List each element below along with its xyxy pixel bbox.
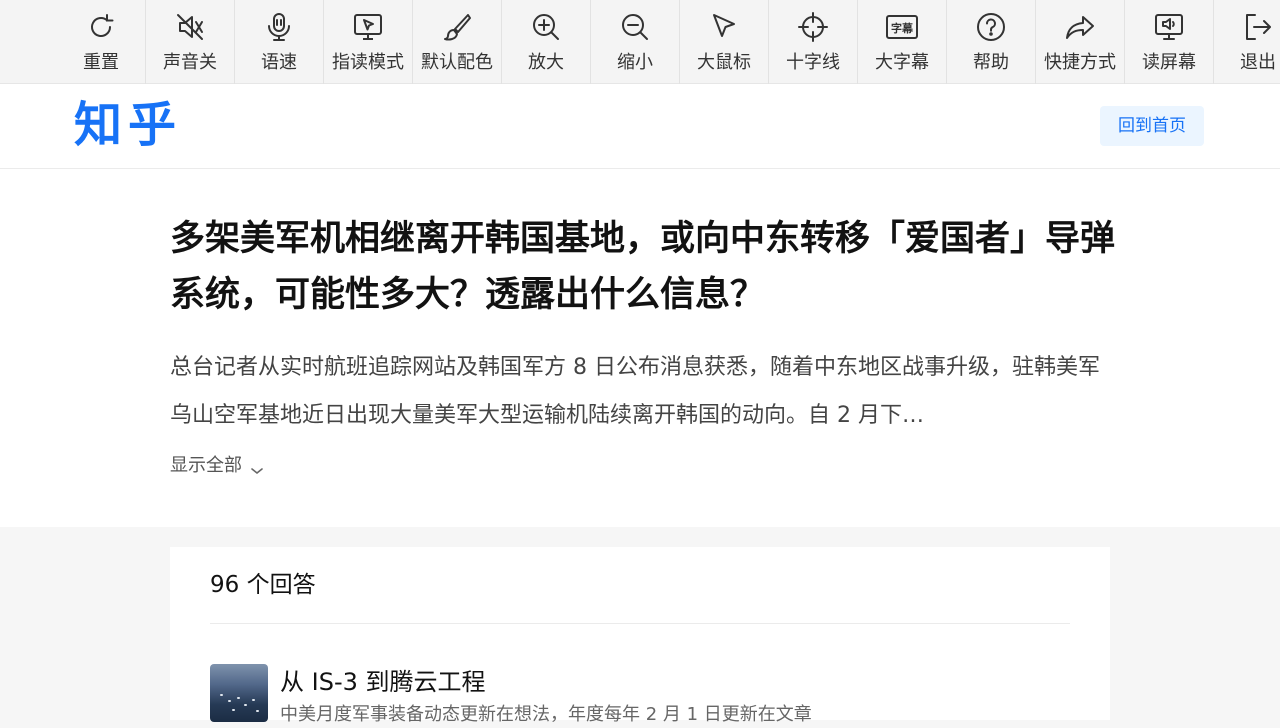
crosshair-label: 十字线 <box>786 52 840 73</box>
crosshair-icon <box>797 11 829 43</box>
help-button[interactable]: 帮助 <box>947 0 1036 84</box>
caption-icon: 字幕 <box>886 11 918 43</box>
reset-label: 重置 <box>83 52 119 73</box>
sound-toggle-button[interactable]: 声音关 <box>146 0 235 84</box>
zoom-out-icon <box>619 11 651 43</box>
screen-reader-label: 读屏幕 <box>1142 52 1196 73</box>
back-to-home-button[interactable]: 回到首页 <box>1100 106 1204 146</box>
help-label: 帮助 <box>973 52 1009 73</box>
cursor-icon <box>708 11 740 43</box>
screen-reader-icon <box>1153 11 1185 43</box>
sound-off-icon <box>174 11 206 43</box>
crosshair-button[interactable]: 十字线 <box>769 0 858 84</box>
zoom-in-icon <box>530 11 562 43</box>
question-card: 多架美军机相继离开韩国基地，或向中东转移「爱国者」导弹系统，可能性多大？透露出什… <box>0 169 1280 527</box>
default-color-button[interactable]: 默认配色 <box>413 0 502 84</box>
author-bio: 中美月度军事装备动态更新在想法，年度每年 2 月 1 日更新在文章 <box>280 704 812 725</box>
accessibility-toolbar: 重置 声音关 语速 指读模式 默认配色 放大 缩小 大鼠标 十字线 字幕 大字幕… <box>0 0 1280 84</box>
shortcut-button[interactable]: 快捷方式 <box>1036 0 1125 84</box>
show-all-button[interactable]: 显示全部 <box>170 452 264 480</box>
answers-count: 96 个回答 <box>210 572 316 598</box>
speech-speed-icon <box>263 11 295 43</box>
caption-glyph: 字幕 <box>891 21 914 35</box>
shortcut-label: 快捷方式 <box>1044 52 1116 73</box>
author-name[interactable]: 从 IS-3 到腾云工程 <box>280 665 486 699</box>
question-title: 多架美军机相继离开韩国基地，或向中东转移「爱国者」导弹系统，可能性多大？透露出什… <box>170 219 1116 315</box>
speech-speed-button[interactable]: 语速 <box>235 0 324 84</box>
zoom-in-button[interactable]: 放大 <box>502 0 591 84</box>
reset-button[interactable]: 重置 <box>57 0 146 84</box>
sound-label: 声音关 <box>163 52 217 73</box>
screen-reader-button[interactable]: 读屏幕 <box>1125 0 1214 84</box>
big-caption-label: 大字幕 <box>875 52 929 73</box>
big-cursor-button[interactable]: 大鼠标 <box>680 0 769 84</box>
big-caption-button[interactable]: 字幕 大字幕 <box>858 0 947 84</box>
site-header: 知乎 回到首页 <box>0 84 1280 169</box>
question-excerpt: 总台记者从实时航班追踪网站及韩国军方 8 日公布消息获悉，随着中东地区战事升级，… <box>170 355 1100 428</box>
exit-label: 退出 <box>1240 52 1276 73</box>
big-cursor-label: 大鼠标 <box>697 52 751 73</box>
shortcut-icon <box>1064 11 1096 43</box>
zoom-out-button[interactable]: 缩小 <box>591 0 680 84</box>
zoom-in-label: 放大 <box>528 52 564 73</box>
reset-icon <box>85 11 117 43</box>
default-color-label: 默认配色 <box>421 52 493 73</box>
exit-button[interactable]: 退出 <box>1214 0 1280 84</box>
divider <box>210 623 1070 624</box>
brush-icon <box>441 11 473 43</box>
help-icon <box>975 11 1007 43</box>
zoom-out-label: 缩小 <box>617 52 653 73</box>
point-read-button[interactable]: 指读模式 <box>324 0 413 84</box>
chevron-down-icon <box>250 459 264 475</box>
answers-panel: 96 个回答 从 IS-3 到腾云工程 中美月度军事装备动态更新在想法，年度每年… <box>170 547 1110 725</box>
exit-icon <box>1242 11 1274 43</box>
point-read-icon <box>352 11 384 43</box>
point-read-label: 指读模式 <box>332 52 404 73</box>
speech-speed-label: 语速 <box>261 52 297 73</box>
avatar[interactable] <box>210 664 268 722</box>
show-all-label: 显示全部 <box>170 455 242 476</box>
zhihu-logo[interactable]: 知乎 <box>74 96 182 154</box>
